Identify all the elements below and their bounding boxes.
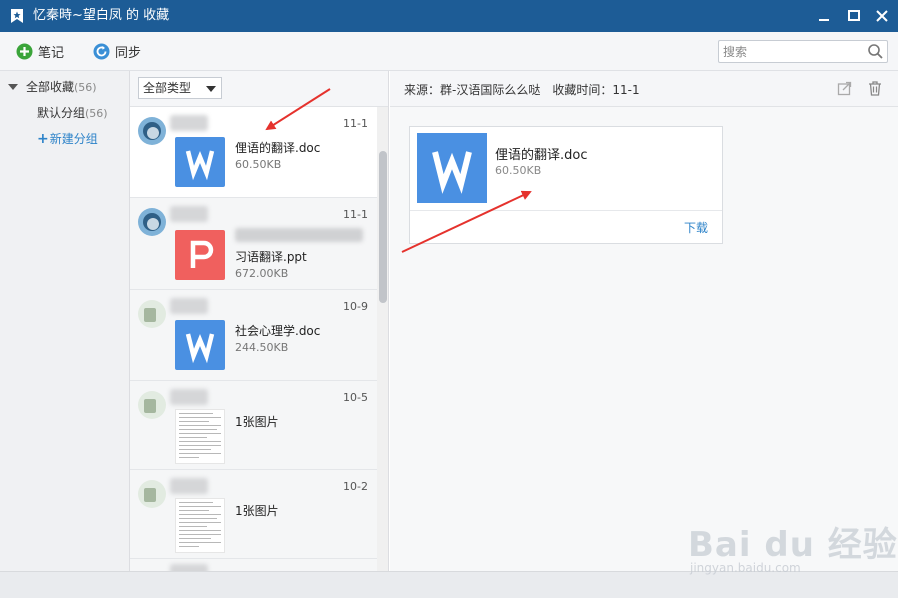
search-box[interactable] [718, 40, 888, 63]
list-item[interactable]: 11-1 习语翻译.ppt 672.00KB [130, 198, 377, 290]
new-note-button[interactable]: 笔记 [16, 41, 64, 61]
word-file-icon [175, 320, 225, 370]
sender-name-blurred [170, 389, 208, 405]
new-group-link[interactable]: +新建分组 [0, 127, 130, 151]
item-date: 11-1 [343, 208, 368, 221]
sender-name-blurred [170, 206, 208, 222]
detail-header: 来源：群-汉语国际么么哒 收藏时间：11-1 [390, 71, 898, 107]
sidebar-item-default-group[interactable]: 默认分组(56) [0, 101, 130, 125]
avatar [138, 208, 166, 236]
attachment-card[interactable]: 俚语的翻译.doc 60.50KB 下载 [409, 126, 723, 244]
plus-circle-icon [16, 43, 33, 59]
close-button[interactable] [870, 5, 894, 27]
file-size: 244.50KB [235, 341, 289, 354]
sidebar-item-label: 默认分组 [37, 106, 86, 120]
scrollbar-thumb[interactable] [379, 151, 387, 303]
toolbar: 笔记 同步 [0, 32, 898, 71]
sidebar: 全部收藏(56) 默认分组(56) +新建分组 [0, 71, 130, 571]
list-scrollbar[interactable] [377, 107, 388, 571]
file-name: 1张图片 [235, 415, 279, 429]
sync-button[interactable]: 同步 [93, 41, 141, 61]
avatar [138, 480, 166, 508]
list-item[interactable]: 10-9 社会心理学.doc 244.50KB [130, 290, 377, 381]
type-filter-label: 全部类型 [143, 81, 192, 95]
file-size: 60.50KB [235, 158, 282, 171]
sender-name-blurred [170, 298, 208, 314]
attachment-size: 60.50KB [495, 164, 542, 177]
baidu-jingyan-watermark: Bai du 经验 jingyan.baidu.com [688, 517, 897, 581]
attachment-name: 俚语的翻译.doc [495, 148, 588, 163]
search-input[interactable] [719, 41, 864, 62]
source-prefix: 来源： [404, 83, 441, 97]
item-date: 10-5 [343, 391, 368, 404]
bookmark-icon [11, 9, 23, 23]
file-name: 俚语的翻译.doc [235, 141, 321, 155]
sender-name-blurred [170, 478, 208, 494]
file-name: 1张图片 [235, 504, 279, 518]
detail-pane: 来源：群-汉语国际么么哒 收藏时间：11-1 俚语的翻译.doc 60.50KB … [390, 71, 898, 571]
favorites-list: 全部类型 11-1 俚语的翻译.doc 60.50KB 11-1 习语翻译.pp… [130, 71, 389, 571]
word-file-icon [175, 137, 225, 187]
avatar [138, 117, 166, 145]
new-group-label: 新建分组 [49, 132, 98, 146]
sidebar-item-count: (56) [74, 81, 97, 94]
sender-name-blurred [170, 564, 208, 571]
list-item[interactable]: 11-1 俚语的翻译.doc 60.50KB [130, 107, 377, 198]
trash-icon[interactable] [867, 80, 883, 96]
file-name: 社会心理学.doc [235, 324, 321, 338]
sender-name-blurred [170, 115, 208, 131]
sidebar-item-all[interactable]: 全部收藏(56) [0, 75, 130, 99]
search-icon[interactable] [867, 43, 884, 60]
source-value: 群-汉语国际么么哒 [440, 83, 541, 97]
item-date: 10-2 [343, 480, 368, 493]
watermark-url: jingyan.baidu.com [690, 561, 801, 575]
image-thumbnail [175, 498, 225, 553]
sync-icon [93, 43, 110, 59]
message-text-blurred [235, 228, 363, 242]
share-icon[interactable] [837, 80, 853, 96]
sidebar-item-label: 全部收藏 [26, 80, 75, 94]
caret-down-icon[interactable] [8, 84, 18, 90]
ppt-file-icon [175, 230, 225, 280]
item-date: 10-9 [343, 300, 368, 313]
item-date: 11-1 [343, 117, 368, 130]
image-thumbnail [175, 409, 225, 464]
maximize-button[interactable] [842, 5, 866, 27]
dropdown-arrow-icon [206, 86, 216, 92]
avatar [138, 391, 166, 419]
collect-time-prefix: 收藏时间： [552, 83, 613, 97]
watermark-logo: Bai du 经验 [688, 525, 898, 565]
window-title: 忆秦時~望白凤 的 收藏 [33, 8, 170, 23]
list-item[interactable]: 10-5 1张图片 [130, 381, 377, 470]
collect-time-value: 11-1 [612, 83, 640, 97]
avatar [138, 300, 166, 328]
sidebar-item-count: (56) [85, 107, 108, 120]
new-note-label: 笔记 [38, 45, 65, 61]
sync-label: 同步 [115, 45, 142, 61]
title-bar: 忆秦時~望白凤 的 收藏 [0, 0, 898, 32]
word-file-icon [417, 133, 487, 203]
plus-icon: + [37, 131, 49, 147]
file-name: 习语翻译.ppt [235, 250, 307, 264]
divider [410, 210, 722, 211]
type-filter-select[interactable]: 全部类型 [138, 77, 222, 99]
download-link[interactable]: 下载 [684, 219, 708, 236]
file-size: 672.00KB [235, 267, 289, 280]
source-info: 来源：群-汉语国际么么哒 收藏时间：11-1 [404, 81, 640, 98]
list-header: 全部类型 [130, 71, 388, 107]
list-item[interactable] [130, 559, 377, 571]
minimize-button[interactable] [812, 5, 836, 27]
list-item[interactable]: 10-2 1张图片 [130, 470, 377, 559]
